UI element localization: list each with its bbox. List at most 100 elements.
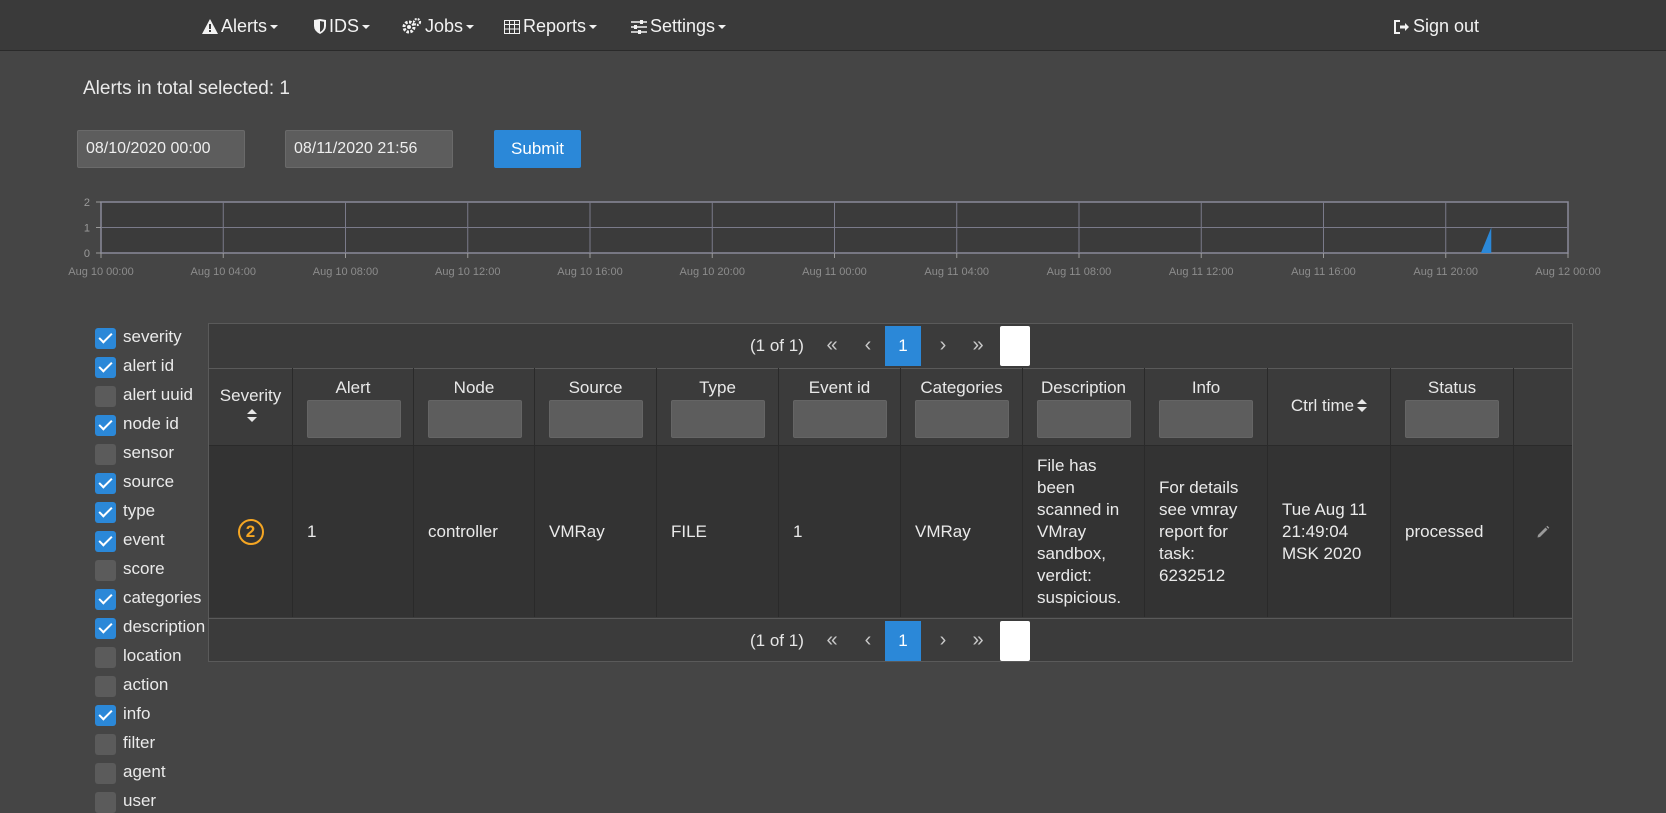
first-page-button[interactable]: « xyxy=(815,324,849,368)
cell-alert: 1 xyxy=(293,446,414,617)
column-checkbox[interactable] xyxy=(95,473,116,494)
nav-reports-label: Reports xyxy=(523,16,587,36)
navbar: Alerts IDS Jobs Reports Settings Sign ou… xyxy=(0,0,1666,51)
prev-page-button[interactable]: ‹ xyxy=(851,619,885,663)
header-event-id-label: Event id xyxy=(808,378,871,397)
column-option-label: description xyxy=(123,617,206,636)
source-filter-input[interactable] xyxy=(549,400,643,438)
chart-x-tick-label: Aug 11 08:00 xyxy=(1047,266,1112,278)
nav-settings-label: Settings xyxy=(650,16,716,36)
event-id-filter-input[interactable] xyxy=(793,400,887,438)
column-checkbox[interactable] xyxy=(95,705,116,726)
chevron-down-icon xyxy=(362,25,371,29)
type-filter-input[interactable] xyxy=(671,400,765,438)
cell-description-text: File has been scanned in VMray sandbox, … xyxy=(1037,455,1122,607)
header-categories: Categories xyxy=(901,368,1023,445)
last-page-button[interactable]: » xyxy=(961,324,995,368)
header-node: Node xyxy=(414,368,535,445)
page-1-button[interactable]: 1 xyxy=(885,621,921,661)
sort-icon[interactable] xyxy=(1357,399,1368,413)
cell-node-text: controller xyxy=(428,521,498,541)
column-checkbox[interactable] xyxy=(95,647,116,668)
description-filter-input[interactable] xyxy=(1037,400,1131,438)
nav-reports[interactable]: Reports xyxy=(504,0,598,50)
nav-jobs[interactable]: Jobs xyxy=(402,0,475,50)
date-from-input[interactable] xyxy=(77,130,245,168)
next-page-button[interactable]: › xyxy=(926,619,960,663)
column-checkbox[interactable] xyxy=(95,502,116,523)
chart-x-tick-label: Aug 10 08:00 xyxy=(313,266,378,278)
column-checkbox[interactable] xyxy=(95,328,116,349)
column-option-label: type xyxy=(123,501,156,520)
header-actions xyxy=(1514,368,1572,445)
sign-out-icon xyxy=(1394,20,1409,34)
cell-node: controller xyxy=(414,446,535,617)
nav-jobs-label: Jobs xyxy=(425,16,464,36)
header-description-label: Description xyxy=(1040,378,1127,397)
sort-icon[interactable] xyxy=(247,409,257,423)
column-option-label: action xyxy=(123,675,169,694)
header-description: Description xyxy=(1023,368,1145,445)
cell-info: For details see vmray report for task: 6… xyxy=(1145,446,1268,617)
header-alert-label: Alert xyxy=(335,378,371,397)
column-checkbox[interactable] xyxy=(95,357,116,378)
alert-filter-input[interactable] xyxy=(307,400,401,438)
gears-icon xyxy=(402,17,422,34)
chart-x-tick-label: Aug 12 00:00 xyxy=(1535,266,1600,278)
column-checkbox[interactable] xyxy=(95,763,116,784)
nav-settings[interactable]: Settings xyxy=(631,0,727,50)
node-filter-input[interactable] xyxy=(428,400,522,438)
column-option-label: alert uuid xyxy=(123,385,193,404)
column-checkbox[interactable] xyxy=(95,734,116,755)
alerts-timeline-chart: 2 1 0 Aug 10 00:00 Aug 10 04:00 Aug 10 08:00 A… xyxy=(68,197,1600,278)
column-option-label: source xyxy=(123,472,175,491)
column-option-label: location xyxy=(123,646,182,665)
header-ctrl-time[interactable]: Ctrl time xyxy=(1268,368,1391,445)
rows-per-page-select[interactable] xyxy=(1000,621,1030,661)
column-option-label: node id xyxy=(123,414,179,433)
column-option-label: user xyxy=(123,791,157,810)
column-checkbox[interactable] xyxy=(95,444,116,465)
last-page-button[interactable]: » xyxy=(961,619,995,663)
chart-x-tick-label: Aug 11 04:00 xyxy=(924,266,989,278)
column-checkbox[interactable] xyxy=(95,589,116,610)
header-info: Info xyxy=(1145,368,1268,445)
date-to-input[interactable] xyxy=(285,130,453,168)
next-page-button[interactable]: › xyxy=(926,324,960,368)
column-checkbox[interactable] xyxy=(95,531,116,552)
column-option-label: agent xyxy=(123,762,166,781)
status-filter-input[interactable] xyxy=(1405,400,1499,438)
column-checkbox[interactable] xyxy=(95,618,116,639)
column-checkbox[interactable] xyxy=(95,792,116,813)
pencil-icon[interactable] xyxy=(1536,525,1550,539)
cell-status-text: processed xyxy=(1405,521,1484,541)
cell-type: FILE xyxy=(657,446,779,617)
nav-ids[interactable]: IDS xyxy=(314,0,371,50)
submit-button[interactable]: Submit xyxy=(494,130,581,168)
prev-page-button[interactable]: ‹ xyxy=(851,324,885,368)
column-checkbox[interactable] xyxy=(95,415,116,436)
info-filter-input[interactable] xyxy=(1159,400,1253,438)
sign-out-button[interactable]: Sign out xyxy=(1394,0,1479,50)
header-status: Status xyxy=(1391,368,1514,445)
column-checkbox[interactable] xyxy=(95,676,116,697)
cell-severity: 2 xyxy=(209,446,293,617)
table-row[interactable]: 2 1 controller VMRay FILE 1 VMRay File h… xyxy=(209,446,1572,617)
page-1-button[interactable]: 1 xyxy=(885,326,921,366)
chart-x-tick-label: Aug 11 16:00 xyxy=(1291,266,1356,278)
cell-event-id: 1 xyxy=(779,446,901,617)
header-source-label: Source xyxy=(568,378,623,397)
chart-x-tick-label: Aug 10 12:00 xyxy=(435,266,500,278)
cell-type-text: FILE xyxy=(671,521,707,541)
header-alert: Alert xyxy=(293,368,414,445)
chart-x-tick-label: Aug 11 00:00 xyxy=(802,266,867,278)
nav-alerts[interactable]: Alerts xyxy=(202,0,279,50)
sign-out-label: Sign out xyxy=(1413,16,1480,36)
column-checkbox[interactable] xyxy=(95,560,116,581)
header-severity[interactable]: Severity xyxy=(209,368,293,445)
column-checkbox[interactable] xyxy=(95,386,116,407)
rows-per-page-select[interactable] xyxy=(1000,326,1030,366)
categories-filter-input[interactable] xyxy=(915,400,1009,438)
cell-description: File has been scanned in VMray sandbox, … xyxy=(1023,446,1145,617)
first-page-button[interactable]: « xyxy=(815,619,849,663)
